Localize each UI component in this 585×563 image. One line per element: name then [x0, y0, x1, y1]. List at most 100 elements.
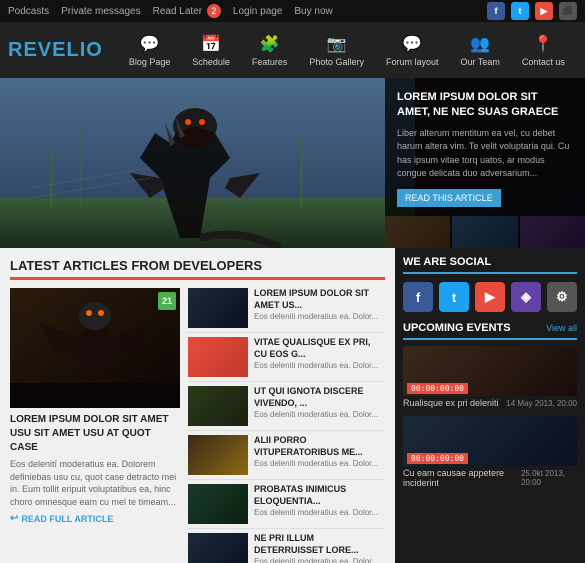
- event-timer-0: 00:00:00:00: [407, 383, 468, 394]
- hero-background: LOREM IPSUM DOLOR SIT AMET, NE NEC SUAS …: [0, 78, 585, 248]
- article-title-2: UT QUI IGNOTA DISCERE VIVENDO, ...: [254, 386, 385, 409]
- view-all-events[interactable]: View all: [546, 323, 577, 333]
- featured-description: Eos delenitī moderatius ea. Dolorem defi…: [10, 458, 180, 508]
- logo-velio: VELIO: [38, 39, 103, 62]
- hero-section: LOREM IPSUM DOLOR SIT AMET, NE NEC SUAS …: [0, 78, 585, 248]
- features-icon: 🧩: [260, 34, 280, 54]
- featured-badge: 21: [158, 292, 176, 310]
- topbar-facebook-icon[interactable]: f: [487, 2, 505, 20]
- article-desc-3: Eos deleniti moderatius ea. Dolor...: [254, 459, 385, 469]
- article-item-1: VITAE QUALISQUE EX PRI, CU EOS G... Eos …: [188, 337, 385, 382]
- article-info-2: UT QUI IGNOTA DISCERE VIVENDO, ... Eos d…: [254, 386, 385, 421]
- hero-artwork: [0, 78, 415, 248]
- steam-btn[interactable]: ⚙: [547, 282, 577, 312]
- navigation: REVELIO 💬 Blog Page 📅 Schedule 🧩 Feature…: [0, 22, 585, 78]
- topbar-login[interactable]: Login page: [233, 6, 283, 17]
- nav-schedule[interactable]: 📅 Schedule: [182, 22, 240, 78]
- youtube-btn[interactable]: ▶: [475, 282, 505, 312]
- article-title-5: NE PRI ILLUM DETERRUISSET LORE...: [254, 533, 385, 556]
- event-title-0: Rualisque ex pri deleniti: [403, 398, 499, 408]
- nav-gallery-label: Photo Gallery: [309, 57, 364, 67]
- events-list: 00:00:00:00 Rualisque ex pri deleniti 14…: [403, 346, 577, 490]
- forum-icon: 💬: [402, 34, 422, 54]
- nav-team[interactable]: 👥 Our Team: [450, 22, 509, 78]
- top-bar: Podcasts Private messages Read Later 2 L…: [0, 0, 585, 22]
- nav-blog[interactable]: 💬 Blog Page: [119, 22, 181, 78]
- article-thumb-3[interactable]: [188, 435, 248, 475]
- nav-blog-label: Blog Page: [129, 57, 171, 67]
- hero-thumb-2[interactable]: [452, 216, 517, 248]
- article-item-5: NE PRI ILLUM DETERRUISSET LORE... Eos de…: [188, 533, 385, 563]
- read-article-button[interactable]: READ THIS ARTICLE: [397, 189, 501, 207]
- article-thumb-0[interactable]: [188, 288, 248, 328]
- read-later-badge: 2: [207, 4, 221, 18]
- article-info-0: LOREM IPSUM DOLOR SIT AMET US... Eos del…: [254, 288, 385, 323]
- nav-contact-label: Contact us: [522, 57, 565, 67]
- article-info-4: PROBATAS INIMICUS ELOQUENTIA... Eos dele…: [254, 484, 385, 519]
- twitter-btn[interactable]: t: [439, 282, 469, 312]
- read-full-article-button[interactable]: READ FULL ARTICLE: [10, 513, 113, 524]
- content-area: LATEST ARTICLES FROM DEVELOPERS: [0, 248, 395, 563]
- article-item-2: UT QUI IGNOTA DISCERE VIVENDO, ... Eos d…: [188, 386, 385, 431]
- nav-gallery[interactable]: 📷 Photo Gallery: [299, 22, 374, 78]
- social-title: WE ARE SOCIAL: [403, 256, 577, 274]
- event-info-0: Rualisque ex pri deleniti 14 May 2013, 2…: [403, 396, 577, 410]
- hero-overlay: LOREM IPSUM DOLOR SIT AMET, NE NEC SUAS …: [385, 78, 585, 248]
- featured-grid: 21 LOREM IPSUM DOLOR SIT AMET USU SIT AM…: [10, 288, 385, 563]
- nav-forum[interactable]: 💬 Forum layout: [376, 22, 449, 78]
- article-desc-5: Eos deleniti moderatius ea. Dolor...: [254, 557, 385, 563]
- article-title-0: LOREM IPSUM DOLOR SIT AMET US...: [254, 288, 385, 311]
- hero-thumbnail-strip: [385, 216, 585, 248]
- topbar-twitter-icon[interactable]: t: [511, 2, 529, 20]
- nav-features-label: Features: [252, 57, 288, 67]
- article-thumb-2[interactable]: [188, 386, 248, 426]
- article-thumb-4[interactable]: [188, 484, 248, 524]
- topbar-read-later[interactable]: Read Later 2: [153, 4, 221, 18]
- articles-list: LOREM IPSUM DOLOR SIT AMET US... Eos del…: [188, 288, 385, 563]
- schedule-icon: 📅: [201, 34, 221, 54]
- nav-contact[interactable]: 📍 Contact us: [512, 22, 575, 78]
- hero-description: Liber alterum mentitum ea vel, cu debet …: [397, 127, 573, 181]
- nav-forum-label: Forum layout: [386, 57, 439, 67]
- event-item-0: 00:00:00:00 Rualisque ex pri deleniti 14…: [403, 346, 577, 410]
- contact-icon: 📍: [533, 34, 553, 54]
- featured-artwork: [10, 288, 180, 408]
- topbar-twitch-icon[interactable]: ⬛: [559, 2, 577, 20]
- event-bg-0[interactable]: 00:00:00:00: [403, 346, 577, 396]
- social-icons: ft▶◈⚙: [403, 282, 577, 312]
- nav-items: 💬 Blog Page 📅 Schedule 🧩 Features 📷 Phot…: [119, 22, 575, 78]
- hero-thumb-1[interactable]: [385, 216, 450, 248]
- event-bg-1[interactable]: 00:00:00:00: [403, 416, 577, 466]
- topbar-youtube-icon[interactable]: ▶: [535, 2, 553, 20]
- gallery-icon: 📷: [327, 34, 347, 54]
- article-desc-0: Eos deleniti moderatius ea. Dolor...: [254, 312, 385, 322]
- nav-features[interactable]: 🧩 Features: [242, 22, 298, 78]
- event-item-1: 00:00:00:00 Cu eam causae appetere incid…: [403, 416, 577, 490]
- facebook-btn[interactable]: f: [403, 282, 433, 312]
- social-section: WE ARE SOCIAL ft▶◈⚙: [403, 256, 577, 312]
- events-title: UPCOMING EVENTS: [403, 322, 511, 334]
- featured-left: 21 LOREM IPSUM DOLOR SIT AMET USU SIT AM…: [10, 288, 180, 563]
- team-icon: 👥: [470, 34, 490, 54]
- event-info-1: Cu eam causae appetere inciderint 25.0kt…: [403, 466, 577, 490]
- sidebar: WE ARE SOCIAL ft▶◈⚙ UPCOMING EVENTS View…: [395, 248, 585, 563]
- topbar-private-messages[interactable]: Private messages: [61, 6, 140, 17]
- nav-schedule-label: Schedule: [192, 57, 230, 67]
- twitch-btn[interactable]: ◈: [511, 282, 541, 312]
- featured-title: LOREM IPSUM DOLOR SIT AMET USU SIT AMET …: [10, 413, 180, 455]
- article-thumb-5[interactable]: [188, 533, 248, 563]
- blog-icon: 💬: [140, 34, 160, 54]
- hero-thumb-3[interactable]: [520, 216, 585, 248]
- article-desc-4: Eos deleniti moderatius ea. Dolor...: [254, 508, 385, 518]
- event-timer-1: 00:00:00:00: [407, 453, 468, 464]
- featured-image[interactable]: 21: [10, 288, 180, 408]
- events-section: UPCOMING EVENTS View all 00:00:00:00 Rua…: [403, 322, 577, 490]
- article-item-4: PROBATAS INIMICUS ELOQUENTIA... Eos dele…: [188, 484, 385, 529]
- topbar-podcasts[interactable]: Podcasts: [8, 6, 49, 17]
- event-date-1: 25.0kt 2013, 20:00: [521, 469, 577, 487]
- article-info-1: VITAE QUALISQUE EX PRI, CU EOS G... Eos …: [254, 337, 385, 372]
- article-desc-2: Eos deleniti moderatius ea. Dolor...: [254, 410, 385, 420]
- article-thumb-1[interactable]: [188, 337, 248, 377]
- article-desc-1: Eos deleniti moderatius ea. Dolor...: [254, 361, 385, 371]
- topbar-buy-now[interactable]: Buy now: [294, 6, 332, 17]
